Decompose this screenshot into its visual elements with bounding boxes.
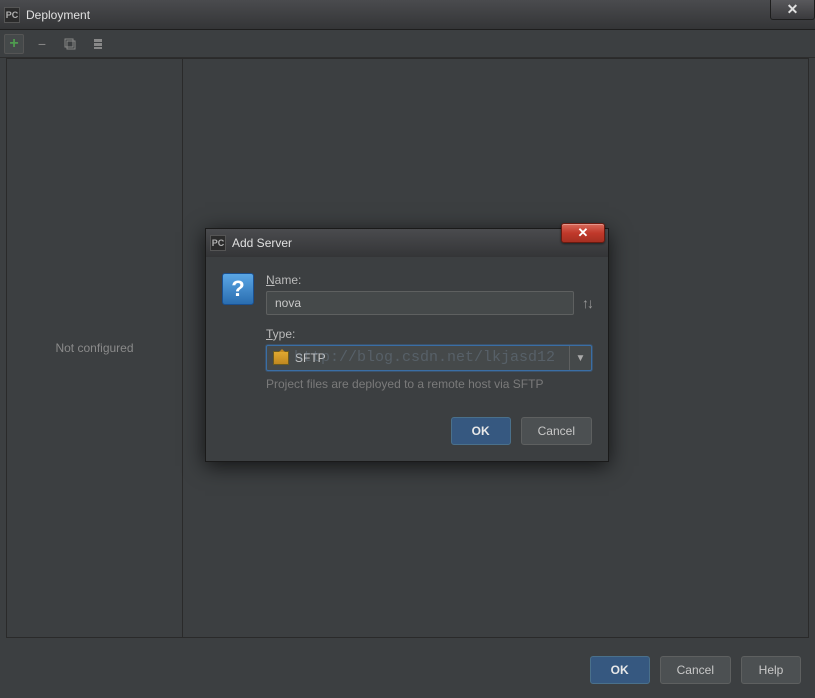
window-close-button[interactable]: ✕ — [770, 0, 815, 20]
main-titlebar: PC Deployment ✕ — [0, 0, 815, 30]
server-list-sidebar: Not configured — [7, 59, 183, 637]
main-ok-button[interactable]: OK — [590, 656, 650, 684]
name-input[interactable] — [266, 291, 574, 315]
copy-button[interactable] — [60, 34, 80, 54]
main-cancel-button[interactable]: Cancel — [660, 656, 731, 684]
dialog-app-icon: PC — [210, 235, 226, 251]
name-label: Name: — [266, 273, 592, 287]
empty-state-text: Not configured — [55, 341, 133, 355]
toolbar: + − — [0, 30, 815, 58]
dialog-ok-button[interactable]: OK — [451, 417, 511, 445]
dialog-cancel-button[interactable]: Cancel — [521, 417, 592, 445]
type-value: SFTP — [295, 351, 326, 365]
app-icon: PC — [4, 7, 20, 23]
settings-icon[interactable] — [88, 34, 108, 54]
question-icon: ? — [222, 273, 254, 305]
dialog-fields: Name: ↑↓ Type: SFTP ▼ Project files are … — [266, 273, 592, 391]
chevron-down-icon: ▼ — [569, 346, 591, 370]
add-button[interactable]: + — [4, 34, 24, 54]
type-help-text: Project files are deployed to a remote h… — [266, 377, 592, 391]
dialog-titlebar[interactable]: PC Add Server ✕ — [206, 229, 608, 257]
dialog-body: ? Name: ↑↓ Type: SFTP ▼ Project files ar… — [206, 257, 608, 407]
remove-button[interactable]: − — [32, 34, 52, 54]
main-help-button[interactable]: Help — [741, 656, 801, 684]
type-label: Type: — [266, 327, 592, 341]
dialog-close-button[interactable]: ✕ — [561, 223, 605, 243]
sort-icon[interactable]: ↑↓ — [582, 295, 592, 311]
window-title: Deployment — [26, 8, 90, 22]
type-select[interactable]: SFTP ▼ — [266, 345, 592, 371]
sftp-icon — [273, 351, 289, 365]
dialog-button-bar: OK Cancel — [206, 407, 608, 461]
dialog-title: Add Server — [232, 236, 292, 250]
main-button-bar: OK Cancel Help — [590, 656, 801, 684]
add-server-dialog: PC Add Server ✕ ? Name: ↑↓ Type: SFTP ▼ … — [205, 228, 609, 462]
